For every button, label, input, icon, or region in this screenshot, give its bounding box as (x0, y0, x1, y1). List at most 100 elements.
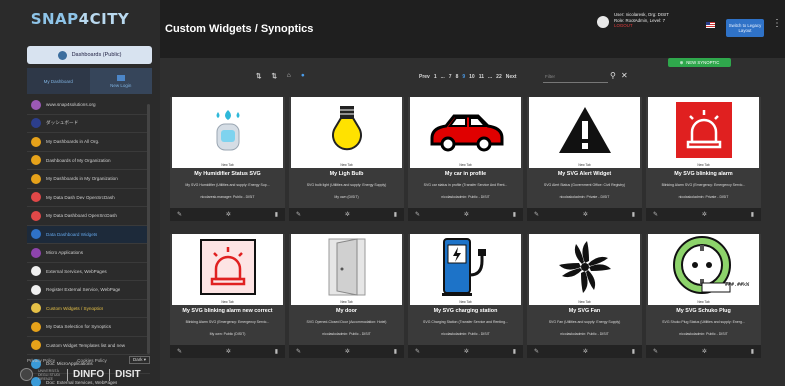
clear-icon[interactable]: ✕ (621, 71, 628, 80)
sidebar-item[interactable]: My Data Dash Dev OpenSrcDash (27, 189, 150, 207)
trash-icon[interactable]: ▮ (751, 348, 754, 355)
widget-title: My SVG charging station (433, 308, 498, 314)
gear-icon[interactable]: ✲ (702, 348, 707, 355)
subnav-my-dashboard[interactable]: My Dashboard (27, 68, 90, 94)
sidebar-item[interactable]: My Data Selection for Synoptics (27, 318, 150, 337)
switch-legacy-layout-button[interactable]: Switch to Legacy Layout (726, 19, 764, 37)
sidebar-item[interactable]: Custom Widgets / Synoptics (27, 300, 150, 318)
trash-icon[interactable]: ▮ (632, 211, 635, 218)
gear-icon[interactable]: ✲ (345, 348, 350, 355)
widget-card[interactable]: New Tab My SVG Fan SVG Fan (Utilities and … (527, 234, 642, 358)
subnav-new-login[interactable]: New Login (89, 68, 152, 94)
sort-asc-icon[interactable]: ⇅ (256, 72, 261, 80)
widget-preview[interactable]: ###.##kW (648, 234, 759, 300)
widget-title: My SVG blinking alarm (674, 171, 733, 177)
trash-icon[interactable]: ▮ (632, 348, 635, 355)
dashboards-public-label: Dashboards (Public) (71, 52, 122, 58)
sidebar-item[interactable]: Register External Service, WebPage (27, 281, 150, 300)
edit-icon[interactable]: ✎ (534, 348, 539, 355)
widget-card[interactable]: New Tab My car in profile SVG car status i… (408, 97, 523, 221)
widget-preview[interactable] (648, 97, 759, 163)
edit-icon[interactable]: ✎ (177, 211, 182, 218)
widget-card[interactable]: New Tab My SVG blinking alarm Blinking Ala… (646, 97, 761, 221)
widget-card[interactable]: New Tab My SVG charging station SVG Chargi… (408, 234, 523, 358)
logout-link[interactable]: LOGOUT (614, 23, 669, 29)
privacy-policy-link[interactable]: Privacy Policy (27, 358, 55, 363)
page-link[interactable]: 1 (434, 74, 437, 80)
page-link[interactable]: 9 (462, 74, 465, 80)
page-link[interactable]: 22 (496, 74, 502, 80)
page-link[interactable]: 8 (456, 74, 459, 80)
main-content: ⊕ NEW SYNOPTIC ⇅ ⇅ ⌂ ● Prev 1... 7 8 9 10 11..… (160, 58, 785, 386)
page-link[interactable]: Next (506, 74, 517, 80)
filter-input[interactable]: Filter (543, 72, 608, 83)
page-link[interactable]: 10 (469, 74, 475, 80)
trash-icon[interactable]: ▮ (275, 211, 278, 218)
widget-preview[interactable] (172, 234, 283, 300)
trash-icon[interactable]: ▮ (513, 211, 516, 218)
info-icon[interactable]: ● (301, 72, 305, 80)
edit-icon[interactable]: ✎ (296, 348, 301, 355)
edit-icon[interactable]: ✎ (653, 348, 658, 355)
logo[interactable]: SNAP4CITY (0, 0, 160, 38)
widget-preview[interactable] (410, 234, 521, 300)
widget-preview[interactable] (291, 97, 402, 163)
trash-icon[interactable]: ▮ (275, 348, 278, 355)
search-icon[interactable]: ⚲ (610, 71, 616, 80)
widget-card[interactable]: New Tab My Ligh Bulb SVG bulb light (Utili… (289, 97, 404, 221)
sidebar-item[interactable]: Micro Applications (27, 244, 150, 263)
page-link: ... (440, 74, 445, 80)
widget-preview[interactable] (291, 234, 402, 300)
cookies-policy-link[interactable]: Cookies Policy (77, 358, 107, 363)
gear-icon[interactable]: ✲ (226, 211, 231, 218)
edit-icon[interactable]: ✎ (653, 211, 658, 218)
gear-icon[interactable]: ✲ (464, 348, 469, 355)
theme-select[interactable]: Dark ▾ (128, 356, 150, 364)
user-avatar-icon[interactable] (597, 16, 609, 28)
widget-card[interactable]: New Tab My SVG blinking alarm new correct… (170, 234, 285, 358)
sidebar-item[interactable]: Data Dashboard Widgets (27, 225, 150, 244)
new-synoptic-button[interactable]: ⊕ NEW SYNOPTIC (668, 58, 731, 67)
gear-icon[interactable]: ✲ (464, 211, 469, 218)
kebab-menu-icon[interactable]: ⋮ (772, 19, 782, 29)
edit-icon[interactable]: ✎ (534, 211, 539, 218)
widget-card[interactable]: New Tab My Humidifier Status SVG My SVG Hu… (170, 97, 285, 221)
dashboards-public-button[interactable]: Dashboards (Public) (27, 46, 152, 64)
trash-icon[interactable]: ▮ (394, 348, 397, 355)
edit-icon[interactable]: ✎ (415, 211, 420, 218)
sidebar-item[interactable]: Dashboards of My Organization (27, 152, 150, 170)
widget-card[interactable]: New Tab My SVG Alert Widget SVG Alert Stat… (527, 97, 642, 221)
edit-icon[interactable]: ✎ (296, 211, 301, 218)
sidebar-item[interactable]: My Dashboards in All Org. (27, 133, 150, 152)
widget-preview[interactable] (529, 234, 640, 300)
trash-icon[interactable]: ▮ (751, 211, 754, 218)
sidebar-item[interactable]: My Data Dashboard OpenSrcDash (27, 207, 150, 226)
bank-icon[interactable]: ⌂ (287, 72, 291, 80)
widget-card[interactable]: New Tab My door SVG Opened-Closed Door (Ac… (289, 234, 404, 358)
sidebar-item[interactable]: www.snap4solutions.org (27, 96, 150, 115)
sort-alpha-icon[interactable]: ⇅ (271, 72, 276, 80)
page-link[interactable]: 7 (449, 74, 452, 80)
sidebar-item[interactable]: ダッシュボード (27, 115, 150, 133)
widget-card[interactable]: ###.##kW New Tab My SVG Schuko Plug SVG Shu… (646, 234, 761, 358)
sidebar-item[interactable]: External Services, WebPages (27, 263, 150, 281)
page-link[interactable]: 11 (479, 74, 484, 80)
trash-icon[interactable]: ▮ (394, 211, 397, 218)
gear-icon[interactable]: ✲ (583, 348, 588, 355)
gear-icon[interactable]: ✲ (702, 211, 707, 218)
us-flag-icon[interactable] (706, 22, 715, 28)
gear-icon[interactable]: ✲ (583, 211, 588, 218)
charging-station-icon (440, 237, 492, 297)
widget-preview[interactable] (172, 97, 283, 163)
edit-icon[interactable]: ✎ (415, 348, 420, 355)
page-link[interactable]: Prev (419, 74, 430, 80)
sidebar-item[interactable]: My Dashboards in My Organization (27, 170, 150, 189)
sidebar-scrollbar[interactable] (147, 104, 150, 354)
trash-icon[interactable]: ▮ (513, 348, 516, 355)
gear-icon[interactable]: ✲ (226, 348, 231, 355)
gear-icon[interactable]: ✲ (345, 211, 350, 218)
widget-preview[interactable] (410, 97, 521, 163)
sidebar-item[interactable]: Custom Widget Templates list and new (27, 337, 150, 355)
edit-icon[interactable]: ✎ (177, 348, 182, 355)
widget-preview[interactable] (529, 97, 640, 163)
